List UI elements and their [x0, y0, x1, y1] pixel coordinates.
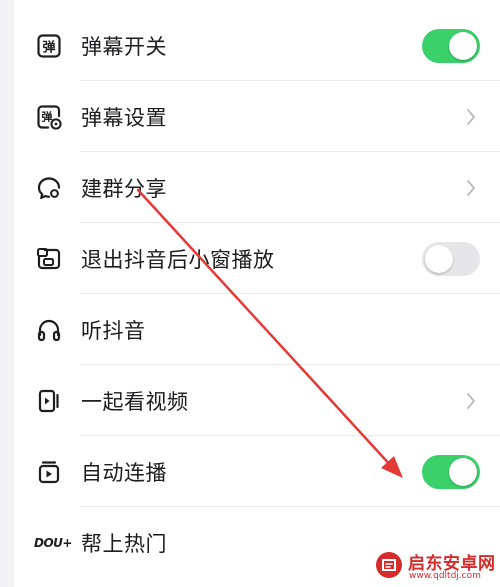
watermark-logo-icon	[376, 552, 402, 578]
autoplay-toggle-switch[interactable]	[422, 454, 480, 489]
setting-label: 一起看视频	[81, 389, 189, 414]
chat-bubble-icon	[35, 174, 63, 202]
picture-in-picture-icon	[35, 245, 63, 273]
danmaku-box-icon: 弹	[35, 32, 63, 60]
chevron-right-icon	[466, 392, 476, 410]
settings-panel: 弹 弹幕开关 弹 弹幕设置 建群分享 退出抖音后小窗播放 听抖音 一起看视频 自…	[14, 0, 500, 587]
chevron-right-icon	[466, 179, 476, 197]
pip-toggle-switch[interactable]	[422, 241, 480, 276]
setting-label: 听抖音	[81, 318, 146, 343]
headphones-icon	[35, 316, 63, 344]
toggle-knob	[449, 31, 477, 60]
setting-label: 退出抖音后小窗播放	[81, 247, 275, 272]
setting-row-listen[interactable]: 听抖音	[14, 294, 500, 365]
setting-label: 建群分享	[81, 176, 167, 201]
chevron-right-icon	[466, 108, 476, 126]
setting-row-group-share[interactable]: 建群分享	[14, 152, 500, 223]
toggle-knob	[425, 244, 453, 273]
setting-row-pip-playback[interactable]: 退出抖音后小窗播放	[14, 223, 500, 294]
svg-text:弹: 弹	[42, 109, 53, 123]
danmaku-settings-icon: 弹	[35, 103, 63, 131]
toggle-knob	[449, 457, 477, 486]
setting-row-autoplay[interactable]: 自动连播	[14, 436, 500, 507]
setting-label: 帮上热门	[81, 531, 167, 556]
setting-label: 弹幕设置	[81, 105, 167, 130]
svg-text:弹: 弹	[42, 39, 55, 55]
setting-row-danmaku-settings[interactable]: 弹 弹幕设置	[14, 81, 500, 152]
danmaku-toggle-switch[interactable]	[422, 28, 480, 63]
setting-row-watch-together[interactable]: 一起看视频	[14, 365, 500, 436]
dou-plus-logo: DOU+	[34, 535, 72, 550]
setting-row-danmaku-toggle[interactable]: 弹 弹幕开关	[14, 10, 500, 81]
setting-label: 自动连播	[81, 460, 167, 485]
setting-label: 弹幕开关	[81, 34, 167, 59]
shared-video-icon	[35, 387, 63, 415]
watermark-url: www.qdltdj.com	[409, 571, 481, 581]
autoplay-icon	[35, 458, 63, 486]
site-watermark: 启东安卓网 www.qdltdj.com	[372, 548, 500, 587]
